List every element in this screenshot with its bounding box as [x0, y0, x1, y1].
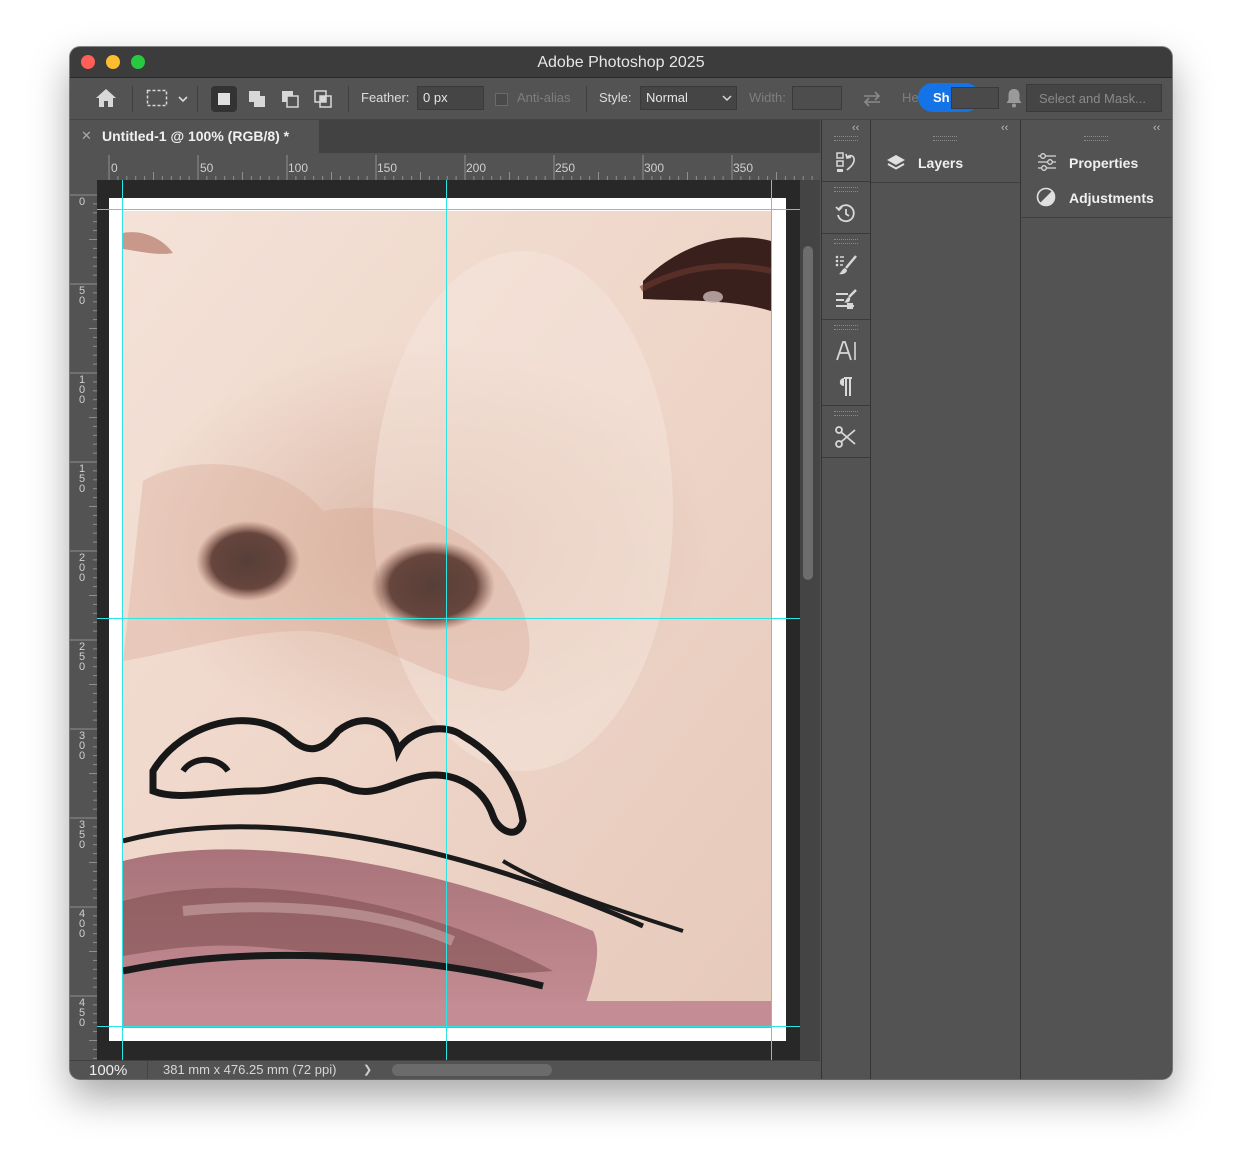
ruler-label: 100	[288, 161, 309, 175]
chevron-down-icon	[722, 95, 732, 102]
style-label: Style:	[599, 90, 632, 105]
layers-icon	[887, 155, 905, 170]
anti-alias-label: Anti-alias	[517, 90, 571, 105]
guide-vertical[interactable]	[446, 180, 447, 1060]
height-input[interactable]	[951, 87, 999, 109]
ruler-label: 0	[79, 196, 86, 208]
ruler-label: 300	[644, 161, 665, 175]
layers-panel-tab[interactable]: Layers	[871, 144, 1020, 182]
rectangular-marquee-icon[interactable]	[146, 88, 190, 110]
feather-label: Feather:	[361, 90, 410, 105]
paragraph-icon[interactable]	[834, 375, 858, 399]
home-icon[interactable]	[94, 87, 118, 109]
guide-vertical[interactable]	[771, 180, 772, 1060]
tool-presets-icon[interactable]	[834, 288, 858, 312]
adjustments-icon	[1036, 187, 1056, 207]
close-tab-icon[interactable]: ✕	[81, 128, 92, 144]
ruler-label: 150	[79, 463, 86, 495]
properties-panel-dock: ‹‹ Properties Adjustments	[1022, 120, 1172, 1079]
history-brush-icon[interactable]	[834, 150, 858, 174]
panel-icon-strip: ‹‹	[821, 120, 871, 1079]
layers-label: Layers	[918, 155, 964, 171]
photoshop-window: Adobe Photoshop 2025 Feather: 0 px Anti-…	[70, 47, 1172, 1079]
swap-arrows-icon[interactable]	[860, 89, 884, 109]
guide-horizontal[interactable]	[97, 618, 800, 619]
vertical-scrollbar[interactable]	[800, 180, 820, 1060]
feather-input[interactable]: 0 px	[417, 86, 484, 110]
document-tab-title: Untitled-1 @ 100% (RGB/8) *	[102, 128, 290, 144]
height-label: He	[902, 90, 919, 105]
style-select-value: Normal	[646, 90, 688, 105]
ruler-label: 50	[79, 285, 86, 307]
new-selection-button[interactable]	[211, 86, 237, 112]
adjustments-panel-tab[interactable]: Adjustments	[1022, 179, 1172, 213]
ruler-label: 450	[79, 997, 86, 1029]
guide-horizontal[interactable]	[97, 209, 800, 210]
adjustments-label: Adjustments	[1069, 190, 1154, 206]
guide-vertical[interactable]	[122, 180, 123, 1060]
document-tab-bar: ✕ Untitled-1 @ 100% (RGB/8) *	[70, 120, 820, 153]
ruler-label: 150	[377, 161, 398, 175]
status-bar: 100% 381 mm x 476.25 mm (72 ppi) ❯	[70, 1060, 820, 1079]
ruler-label: 100	[79, 374, 86, 406]
share-label: Sh	[933, 90, 950, 105]
brush-settings-icon[interactable]	[834, 253, 858, 277]
status-menu-arrow[interactable]: ❯	[363, 1063, 372, 1076]
collapse-chevron-icon[interactable]: ‹‹	[1153, 122, 1160, 134]
ruler-corner	[70, 155, 97, 180]
window-title: Adobe Photoshop 2025	[537, 54, 705, 71]
anti-alias-checkbox[interactable]	[495, 93, 508, 106]
options-bar: Feather: 0 px Anti-alias Style: Normal W…	[70, 78, 1172, 120]
document-tab[interactable]: ✕ Untitled-1 @ 100% (RGB/8) *	[70, 120, 319, 153]
document-info: 381 mm x 476.25 mm (72 ppi)	[163, 1062, 337, 1077]
vertical-scroll-thumb[interactable]	[803, 246, 813, 580]
ruler-label: 0	[111, 161, 118, 175]
document-canvas[interactable]	[109, 198, 786, 1041]
history-icon[interactable]	[834, 201, 858, 225]
face-photo	[123, 211, 771, 1028]
select-and-mask-button[interactable]: Select and Mask...	[1026, 84, 1162, 112]
zoom-level[interactable]: 100%	[89, 1062, 127, 1079]
ruler-label: 50	[200, 161, 214, 175]
horizontal-scroll-thumb[interactable]	[392, 1064, 552, 1076]
ruler-label: 250	[79, 641, 86, 673]
ruler-label: 200	[79, 552, 86, 584]
bell-icon[interactable]	[1004, 87, 1024, 109]
ruler-label: 350	[79, 819, 86, 851]
width-input[interactable]	[792, 86, 842, 110]
tools-icon[interactable]	[834, 425, 858, 449]
vertical-ruler: 0 50 100 150 200 250 300 350 400 450	[70, 180, 98, 1060]
ruler-label: 200	[466, 161, 487, 175]
guide-horizontal[interactable]	[97, 1026, 800, 1027]
ruler-label: 350	[733, 161, 754, 175]
properties-label: Properties	[1069, 155, 1139, 171]
character-icon[interactable]	[834, 339, 858, 363]
collapse-chevron-icon[interactable]: ‹‹	[1001, 122, 1008, 134]
style-select[interactable]: Normal	[640, 86, 737, 110]
subtract-from-selection-button[interactable]	[277, 86, 303, 112]
properties-sliders-icon	[1038, 153, 1056, 171]
ruler-label: 250	[555, 161, 576, 175]
title-bar: Adobe Photoshop 2025	[70, 47, 1172, 78]
properties-panel-tab[interactable]: Properties	[1022, 144, 1172, 178]
layers-panel-dock: ‹‹ Layers	[871, 120, 1021, 1079]
intersect-selection-button[interactable]	[310, 86, 336, 112]
ruler-label: 400	[79, 908, 86, 940]
ruler-label: 300	[79, 730, 86, 762]
add-to-selection-button[interactable]	[244, 86, 270, 112]
collapse-chevron-icon[interactable]: ‹‹	[852, 122, 859, 134]
width-label: Width:	[749, 90, 786, 105]
horizontal-ruler: 0 50 100 150 200 250 300 350	[97, 155, 820, 181]
